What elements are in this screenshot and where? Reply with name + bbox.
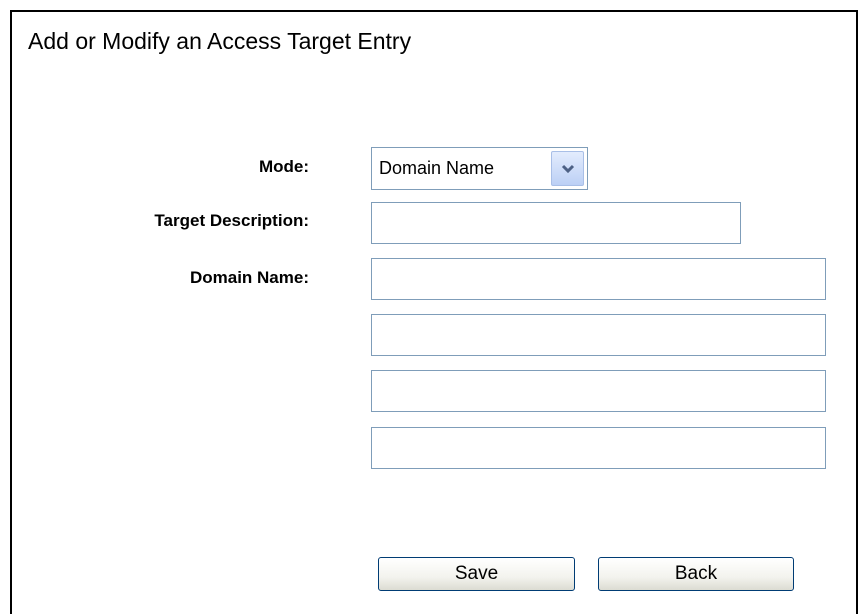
back-button[interactable]: Back <box>598 557 794 591</box>
mode-label: Mode: <box>258 157 309 176</box>
page-title: Add or Modify an Access Target Entry <box>28 28 412 54</box>
domain-name-input-1[interactable] <box>371 258 826 300</box>
save-button[interactable]: Save <box>378 557 575 591</box>
mode-select[interactable]: Domain Name <box>371 147 588 190</box>
entry-panel <box>10 10 858 614</box>
mode-select-value: Domain Name <box>379 158 495 178</box>
domain-name-input-3[interactable] <box>371 370 826 412</box>
chevron-down-icon[interactable] <box>551 151 584 186</box>
target-description-label: Target Description: <box>154 211 309 230</box>
domain-name-label: Domain Name: <box>189 268 309 287</box>
domain-name-input-4[interactable] <box>371 427 826 469</box>
target-description-input[interactable] <box>371 202 741 244</box>
domain-name-input-2[interactable] <box>371 314 826 356</box>
